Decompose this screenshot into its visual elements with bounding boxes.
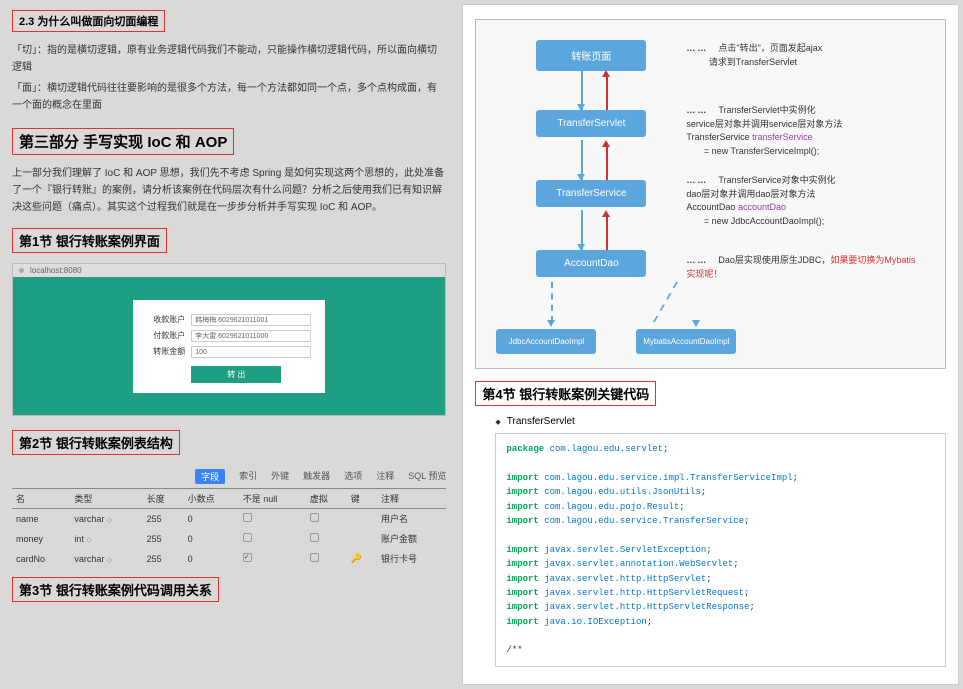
heading-section-2: 第2节 银行转账案例表结构 [12, 430, 180, 455]
table-row[interactable]: moneyint ◇2550账户金额 [12, 529, 446, 549]
th-name: 名 [12, 489, 70, 509]
arrow-line-red [606, 215, 608, 250]
tab-trigger[interactable]: 触发器 [303, 469, 330, 484]
right-column: 转账页面 TransferServlet TransferService Acc… [462, 4, 959, 685]
para-mian: 「面」：横切逻辑代码往往要影响的是很多个方法，每一个方法都如同一个点，多个点构成… [12, 80, 446, 114]
th-virt: 虚拟 [306, 489, 347, 509]
dashed-arrow [653, 282, 678, 322]
para-intro: 上一部分我们理解了 IoC 和 AOP 思想，我们先不考虑 Spring 是如何… [12, 165, 446, 216]
desc-3: ……TransferService对象中实例化dao层对象并调用dao层对象方法… [686, 174, 916, 228]
arrow-down-icon [577, 174, 585, 181]
arrow-up-icon [602, 140, 610, 147]
transfer-form: 收款账户韩梅梅 6029621011001 付款账户李大雷 6029621011… [133, 300, 325, 393]
desc-2: ……TransferServlet中实例化service层对象并调用servic… [686, 104, 916, 158]
tab-index[interactable]: 索引 [239, 469, 257, 484]
code-block: package com.lagou.edu.servlet; import co… [495, 433, 946, 667]
arrow-line-red [606, 145, 608, 180]
th-key: 键 [347, 489, 377, 509]
bullet-servlet: TransferServlet [475, 412, 946, 433]
arrow-up-icon [602, 210, 610, 217]
arrow-down-icon [692, 320, 700, 327]
dashed-arrow [551, 282, 553, 322]
desc-1: ……点击"转出"，页面发起ajax 请求到TransferServlet [686, 42, 916, 69]
table-row[interactable]: cardNovarchar ◇2550🔑银行卡号 [12, 549, 446, 569]
browser-body: 收款账户韩梅梅 6029621011001 付款账户李大雷 6029621011… [13, 277, 445, 415]
reload-icon [19, 268, 24, 273]
node-jdbc-impl: JdbcAccountDaoImpl [496, 329, 596, 354]
arrow-up-icon [602, 70, 610, 77]
label-payee: 收款账户 [147, 314, 185, 325]
tab-comment[interactable]: 注释 [376, 469, 394, 484]
node-service: TransferService [536, 180, 646, 207]
arrow-down-icon [577, 104, 585, 111]
heading-section-3: 第3节 银行转账案例代码调用关系 [12, 577, 219, 602]
node-dao: AccountDao [536, 250, 646, 277]
heading-part-3: 第三部分 手写实现 IoC 和 AOP [12, 128, 234, 155]
arrow-line-red [606, 75, 608, 110]
browser-address-bar: localhost:8080 [13, 264, 445, 277]
tab-sql[interactable]: SQL 预览 [408, 469, 446, 484]
th-len: 长度 [143, 489, 184, 509]
desc-4: ……Dao层实现使用原生JDBC，如果要切换为Mybatis实现呢！ [686, 254, 916, 281]
arrow-down-icon [577, 244, 585, 251]
input-amount[interactable]: 100 [191, 346, 311, 358]
schema-table: 名 类型 长度 小数点 不是 null 虚拟 键 注释 namevarchar … [12, 489, 446, 569]
heading-section-1: 第1节 银行转账案例界面 [12, 228, 167, 253]
browser-mock: localhost:8080 收款账户韩梅梅 6029621011001 付款账… [12, 263, 446, 416]
th-dec: 小数点 [184, 489, 239, 509]
tab-fields[interactable]: 字段 [195, 469, 225, 484]
th-type: 类型 [70, 489, 142, 509]
tab-options[interactable]: 选项 [344, 469, 362, 484]
para-qie: 「切」：指的是横切逻辑，原有业务逻辑代码我们不能动，只能操作横切逻辑代码，所以面… [12, 42, 446, 76]
left-column: 2.3 为什么叫做面向切面编程 「切」：指的是横切逻辑，原有业务逻辑代码我们不能… [0, 0, 458, 689]
label-payer: 付款账户 [147, 330, 185, 341]
heading-2-3: 2.3 为什么叫做面向切面编程 [12, 10, 165, 32]
label-amount: 转账金额 [147, 346, 185, 357]
input-payee[interactable]: 韩梅梅 6029621011001 [191, 314, 311, 326]
call-diagram: 转账页面 TransferServlet TransferService Acc… [475, 19, 946, 369]
input-payer[interactable]: 李大雷 6029621011000 [191, 330, 311, 342]
arrow-down-icon [547, 320, 555, 327]
node-mybatis-impl: MybatisAccountDaoImpl [636, 329, 736, 354]
heading-section-4: 第4节 银行转账案例关键代码 [475, 381, 656, 406]
submit-button[interactable]: 转 出 [191, 366, 281, 383]
th-comment: 注释 [377, 489, 446, 509]
browser-url: localhost:8080 [30, 266, 82, 275]
table-row[interactable]: namevarchar ◇2550用户名 [12, 509, 446, 529]
db-tabbar: 字段 索引 外键 触发器 选项 注释 SQL 预览 [12, 465, 446, 489]
th-nn: 不是 null [239, 489, 306, 509]
tab-fk[interactable]: 外键 [271, 469, 289, 484]
node-page: 转账页面 [536, 40, 646, 71]
node-servlet: TransferServlet [536, 110, 646, 137]
